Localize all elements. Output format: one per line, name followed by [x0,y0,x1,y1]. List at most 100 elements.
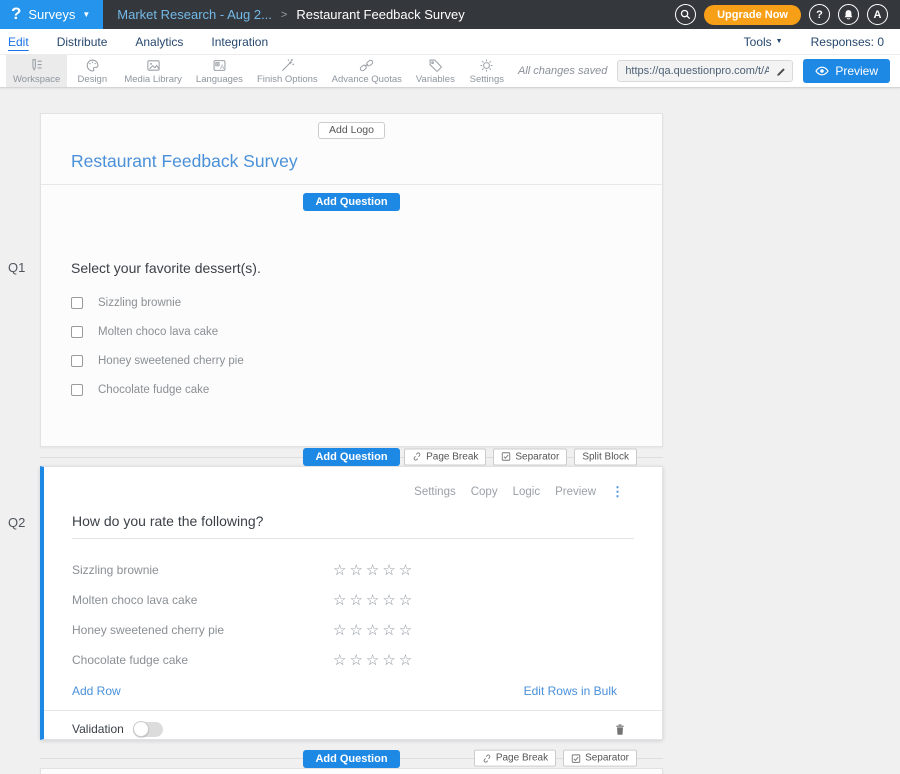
toolbar-item-label: Media Library [124,74,182,85]
preview-button[interactable]: Preview [803,59,890,83]
delete-question-button[interactable] [614,723,626,736]
edit-url-button[interactable] [771,61,792,81]
tab-edit[interactable]: Edit [8,35,29,49]
rating-row: Sizzling brownie ☆☆☆☆☆ [44,555,662,585]
rating-row-label[interactable]: Honey sweetened cherry pie [72,623,333,637]
checkbox-option[interactable]: Chocolate fudge cake [71,376,632,405]
q1-options: Sizzling brownie Molten choco lava cake … [71,289,632,405]
checkbox-icon[interactable] [71,326,83,338]
search-button[interactable] [675,4,696,25]
page-break-button[interactable]: Page Break [404,448,486,465]
row-actions: Add Row Edit Rows in Bulk [44,675,662,698]
question-settings-link[interactable]: Settings [414,486,456,498]
star-rating-icons[interactable]: ☆☆☆☆☆ [333,653,415,668]
translate-icon: A [212,58,227,73]
tools-menu[interactable]: Tools▼ [744,35,783,49]
rating-row-label[interactable]: Sizzling brownie [72,563,333,577]
checkbox-icon[interactable] [71,384,83,396]
question-number-q1: Q1 [8,260,25,275]
separator-button[interactable]: Separator [493,448,567,465]
logo-row: Add Logo [41,114,662,139]
star-rating-icons[interactable]: ☆☆☆☆☆ [333,593,415,608]
image-icon [146,58,161,73]
toolbar-item-settings[interactable]: Settings [462,55,512,87]
topbar-actions: Upgrade Now ? A [675,4,900,25]
star-rating-icons[interactable]: ☆☆☆☆☆ [333,623,415,638]
add-question-button[interactable]: Add Question [303,193,399,211]
question-number-q2: Q2 [8,515,25,530]
validation-label: Validation [72,722,124,736]
questionpro-logo-icon: ? [11,5,21,22]
tools-label: Tools [744,35,772,49]
survey-url-box [617,60,793,82]
top-navigation-bar: ? Surveys ▼ Market Research - Aug 2... >… [0,0,900,29]
surveys-menu[interactable]: ? Surveys ▼ [0,0,103,29]
save-status: All changes saved [518,65,607,77]
insert-options: Page Break Separator Split Block [404,448,637,465]
tabbar-right: Tools▼ Responses: 0 [744,35,884,49]
survey-url-input[interactable] [618,65,771,77]
page-break-button[interactable]: Page Break [474,750,556,767]
rating-row: Chocolate fudge cake ☆☆☆☆☆ [44,645,662,675]
survey-block-3-partial [40,768,663,774]
question-copy-link[interactable]: Copy [471,486,498,498]
survey-title[interactable]: Restaurant Feedback Survey [71,151,662,172]
breadcrumb-current: Restaurant Feedback Survey [296,7,464,22]
toolbar-item-languages[interactable]: A Languages [189,55,250,87]
survey-editor-canvas: Q1 Q2 Add Logo Restaurant Feedback Surve… [0,88,900,774]
separator-icon [501,452,511,462]
toolbar-item-variables[interactable]: Variables [409,55,462,87]
insert-options: Page Break Separator [474,750,637,767]
add-question-button[interactable]: Add Question [303,750,399,768]
tab-analytics[interactable]: Analytics [135,35,183,49]
toolbar-item-design[interactable]: Design [67,55,117,87]
pencil-icon [776,66,787,77]
separator-label: Separator [585,753,629,764]
upgrade-now-button[interactable]: Upgrade Now [704,5,801,25]
validation-toggle[interactable] [133,722,163,737]
rating-row-label[interactable]: Chocolate fudge cake [72,653,333,667]
edit-rows-in-bulk-link[interactable]: Edit Rows in Bulk [524,684,617,698]
question-q1[interactable]: Select your favorite dessert(s). Sizzlin… [41,219,662,405]
workspace-icon [29,58,44,73]
checkbox-icon[interactable] [71,297,83,309]
separator-button[interactable]: Separator [563,750,637,767]
breadcrumb: Market Research - Aug 2... > Restaurant … [117,7,464,22]
breadcrumb-parent[interactable]: Market Research - Aug 2... [117,7,272,22]
question-preview-link[interactable]: Preview [555,486,596,498]
tab-distribute[interactable]: Distribute [57,35,108,49]
toolbar-item-media-library[interactable]: Media Library [117,55,189,87]
toolbar-item-finish-options[interactable]: Finish Options [250,55,325,87]
notifications-button[interactable] [838,4,859,25]
section-tabs: Edit Distribute Analytics Integration To… [0,29,900,55]
add-row-link[interactable]: Add Row [72,684,121,698]
toolbar-item-workspace[interactable]: Workspace [6,55,67,87]
page-break-icon [412,452,422,462]
tab-integration[interactable]: Integration [211,35,268,49]
chain-links-icon [359,58,374,73]
responses-count[interactable]: Responses: 0 [811,35,884,49]
insert-row-1: Add Question Page Break Separator Split … [40,447,663,466]
toolbar-item-advance-quotas[interactable]: Advance Quotas [325,55,409,87]
checkbox-option[interactable]: Molten choco lava cake [71,318,632,347]
checkbox-option[interactable]: Honey sweetened cherry pie [71,347,632,376]
rating-row-label[interactable]: Molten choco lava cake [72,593,333,607]
question-q2-text[interactable]: How do you rate the following? [72,513,634,539]
star-rating-icons[interactable]: ☆☆☆☆☆ [333,563,415,578]
option-label: Sizzling brownie [98,297,181,309]
add-question-button[interactable]: Add Question [303,448,399,466]
question-q1-text[interactable]: Select your favorite dessert(s). [71,259,632,277]
preview-label: Preview [835,64,878,78]
more-options-icon[interactable]: ⋮ [611,484,624,500]
question-logic-link[interactable]: Logic [513,486,541,498]
account-avatar[interactable]: A [867,4,888,25]
survey-block-2-selected[interactable]: Settings Copy Logic Preview ⋮ How do you… [40,466,663,740]
checkbox-icon[interactable] [71,355,83,367]
split-block-button[interactable]: Split Block [574,448,637,465]
page-break-label: Page Break [426,451,478,462]
add-logo-button[interactable]: Add Logo [318,122,385,139]
help-button[interactable]: ? [809,4,830,25]
page-break-icon [482,753,492,763]
help-label: ? [816,9,823,21]
checkbox-option[interactable]: Sizzling brownie [71,289,632,318]
